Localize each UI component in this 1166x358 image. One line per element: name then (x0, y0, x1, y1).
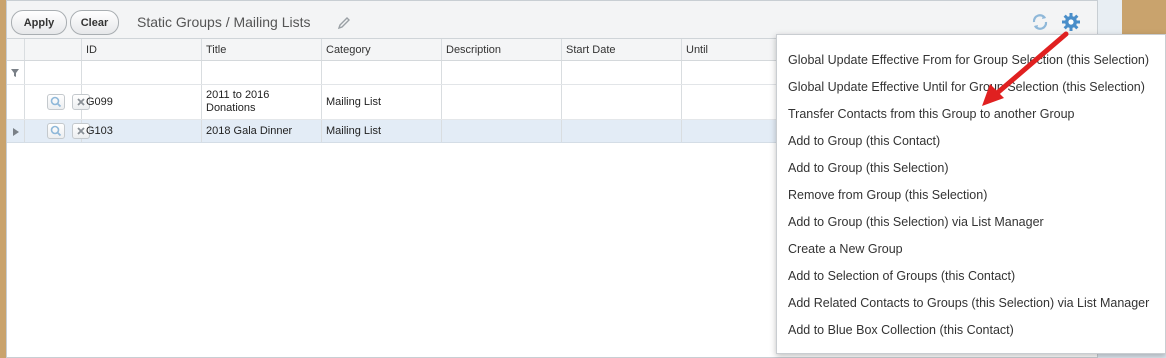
cell-title-line2: Donations (206, 102, 256, 114)
filter-cell (25, 61, 82, 84)
menu-item-create-new-group[interactable]: Create a New Group (788, 242, 903, 260)
column-header-id[interactable]: ID (82, 39, 202, 60)
menu-item-global-update-until[interactable]: Global Update Effective Until for Group … (788, 80, 1145, 98)
column-header-title[interactable]: Title (202, 39, 322, 60)
cell-category-text: Mailing List (326, 124, 382, 137)
view-button[interactable] (47, 94, 65, 110)
cell-start-date (562, 85, 682, 119)
refresh-icon[interactable] (1031, 13, 1049, 31)
cell-title: 2011 to 2016 Donations (202, 85, 322, 119)
filter-title-input[interactable] (202, 61, 322, 84)
column-header-start-date[interactable]: Start Date (562, 39, 682, 60)
filter-cell[interactable] (7, 61, 25, 84)
menu-item-add-related-contacts[interactable]: Add Related Contacts to Groups (this Sel… (788, 296, 1149, 314)
actions-dropdown-menu: Global Update Effective From for Group S… (776, 34, 1166, 354)
row-actions-cell (25, 120, 90, 142)
cell-id-text: G103 (86, 124, 113, 137)
magnifier-icon (50, 125, 62, 137)
column-header-label: ID (86, 43, 97, 56)
cell-description (442, 120, 562, 142)
column-header-label: Until (686, 43, 709, 56)
gear-icon[interactable] (1061, 12, 1081, 32)
cell-start-date (562, 120, 682, 142)
panel-title: Static Groups / Mailing Lists (137, 14, 311, 30)
column-header-label: Description (446, 43, 502, 56)
cell-category: Mailing List (322, 120, 442, 142)
filter-start-date-input[interactable] (562, 61, 682, 84)
column-header-label: Title (206, 43, 227, 56)
menu-item-add-to-selection-of-groups[interactable]: Add to Selection of Groups (this Contact… (788, 269, 1015, 287)
filter-until-input[interactable] (682, 61, 782, 84)
menu-item-add-to-group-contact[interactable]: Add to Group (this Contact) (788, 134, 940, 152)
menu-item-add-to-group-selection[interactable]: Add to Group (this Selection) (788, 161, 949, 179)
row-expander-cell[interactable] (7, 120, 25, 142)
column-header-label: Start Date (566, 43, 616, 56)
column-header-description[interactable]: Description (442, 39, 562, 60)
cell-title-text: 2018 Gala Dinner (206, 124, 293, 137)
row-expander-cell (7, 85, 25, 119)
cell-title-line1: 2011 to 2016 (206, 89, 270, 101)
header-cell-expander (7, 39, 25, 60)
filter-category-input[interactable] (322, 61, 442, 84)
menu-item-transfer-contacts[interactable]: Transfer Contacts from this Group to ano… (788, 107, 1074, 125)
cell-category-text: Mailing List (326, 95, 382, 108)
expand-arrow-icon[interactable] (13, 128, 19, 136)
cell-id: G103 (82, 120, 202, 142)
filter-description-input[interactable] (442, 61, 562, 84)
menu-item-add-to-blue-box[interactable]: Add to Blue Box Collection (this Contact… (788, 323, 1014, 341)
clear-button[interactable]: Clear (70, 10, 119, 35)
menu-item-global-update-from[interactable]: Global Update Effective From for Group S… (788, 53, 1149, 71)
cell-category: Mailing List (322, 85, 442, 119)
menu-item-add-via-list-manager[interactable]: Add to Group (this Selection) via List M… (788, 215, 1044, 233)
filter-id-input[interactable] (82, 61, 202, 84)
cell-until (682, 120, 782, 142)
filter-icon[interactable] (11, 69, 19, 77)
cell-description (442, 85, 562, 119)
menu-item-remove-from-group[interactable]: Remove from Group (this Selection) (788, 188, 987, 206)
cell-id: G099 (82, 85, 202, 119)
view-button[interactable] (47, 123, 65, 139)
cell-until (682, 85, 782, 119)
cell-title-text: 2011 to 2016 Donations (206, 89, 269, 115)
cell-title: 2018 Gala Dinner (202, 120, 322, 142)
apply-button[interactable]: Apply (11, 10, 67, 35)
column-header-label: Category (326, 43, 371, 56)
header-cell-actions (25, 39, 82, 60)
cell-id-text: G099 (86, 95, 113, 108)
column-header-until[interactable]: Until (682, 39, 782, 60)
magnifier-icon (50, 96, 62, 108)
pencil-icon[interactable] (337, 16, 351, 30)
column-header-category[interactable]: Category (322, 39, 442, 60)
row-actions-cell (25, 85, 90, 119)
